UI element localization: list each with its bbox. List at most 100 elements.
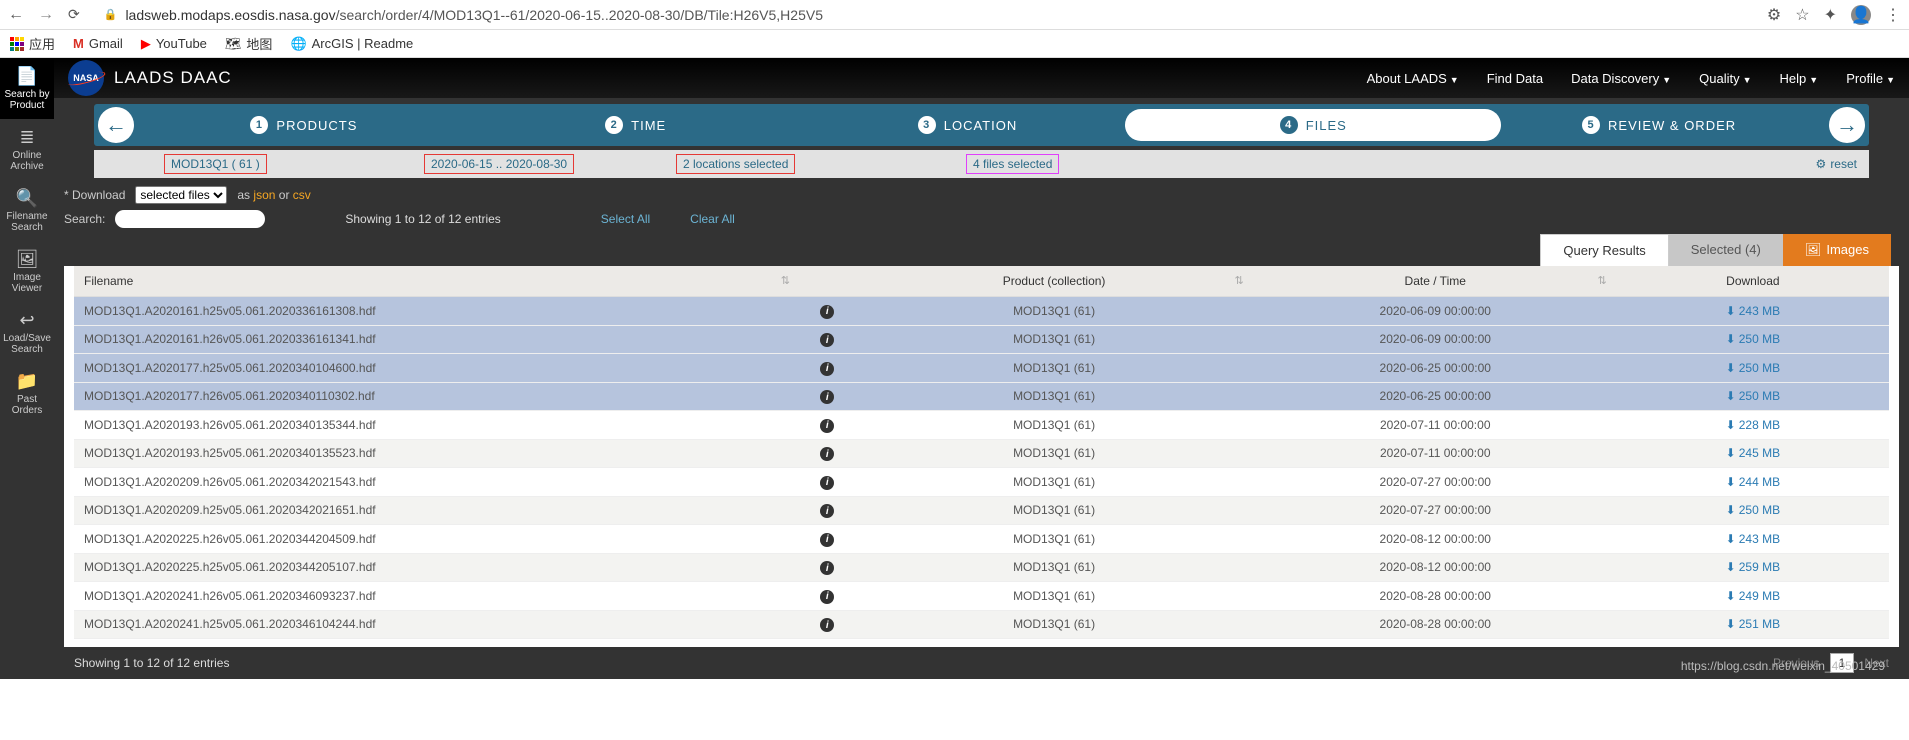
cell-filename: MOD13Q1.A2020193.h26v05.061.202034013534… xyxy=(74,411,800,440)
step-number: 5 xyxy=(1582,116,1600,134)
step-label: REVIEW & ORDER xyxy=(1608,118,1736,133)
table-row[interactable]: MOD13Q1.A2020177.h26v05.061.202034011030… xyxy=(74,382,1889,411)
extensions-icon[interactable]: ✦ xyxy=(1824,5,1837,25)
cell-filename: MOD13Q1.A2020209.h25v05.061.202034202165… xyxy=(74,496,800,525)
table-row[interactable]: MOD13Q1.A2020161.h25v05.061.202033616130… xyxy=(74,297,1889,326)
info-icon[interactable]: i xyxy=(820,618,834,632)
address-bar[interactable]: 🔒 ladsweb.modaps.eosdis.nasa.gov/search/… xyxy=(94,7,1753,23)
sidenav-image-viewer[interactable]: 🖼Image Viewer xyxy=(0,241,54,302)
tab-images[interactable]: 🖼Images xyxy=(1783,234,1891,266)
summary-product[interactable]: MOD13Q1 ( 61 ) xyxy=(164,154,267,174)
table-row[interactable]: MOD13Q1.A2020209.h25v05.061.202034202165… xyxy=(74,496,1889,525)
table-row[interactable]: MOD13Q1.A2020193.h25v05.061.202034013552… xyxy=(74,439,1889,468)
download-link[interactable]: ⬇244 MB xyxy=(1726,475,1780,489)
cell-datetime: 2020-07-27 00:00:00 xyxy=(1254,468,1617,497)
info-icon[interactable]: i xyxy=(820,590,834,604)
tab-selected[interactable]: Selected (4) xyxy=(1669,234,1783,266)
wizard-step-review-order[interactable]: 5 REVIEW & ORDER xyxy=(1493,104,1825,146)
wizard-step-location[interactable]: 3LOCATION xyxy=(802,104,1134,146)
topnav-quality[interactable]: Quality▼ xyxy=(1699,71,1751,86)
wizard-step-products[interactable]: 1PRODUCTS xyxy=(138,104,470,146)
tab-query-results[interactable]: Query Results xyxy=(1540,234,1668,266)
info-icon[interactable]: i xyxy=(820,504,834,518)
download-link[interactable]: ⬇250 MB xyxy=(1726,503,1780,517)
download-icon: ⬇ xyxy=(1726,304,1736,318)
topnav-profile[interactable]: Profile▼ xyxy=(1846,71,1895,86)
info-icon[interactable]: i xyxy=(820,390,834,404)
info-icon[interactable]: i xyxy=(820,362,834,376)
download-link[interactable]: ⬇243 MB xyxy=(1726,304,1780,318)
wizard-step-time[interactable]: 2TIME xyxy=(470,104,802,146)
table-row[interactable]: MOD13Q1.A2020225.h26v05.061.202034420450… xyxy=(74,525,1889,554)
topnav-find-data[interactable]: Find Data xyxy=(1487,71,1543,86)
wizard-prev-button[interactable]: ← xyxy=(98,107,134,143)
topnav-data-discovery[interactable]: Data Discovery▼ xyxy=(1571,71,1671,86)
nav-forward-icon[interactable]: → xyxy=(38,6,54,24)
download-select[interactable]: selected files xyxy=(135,186,227,204)
cell-datetime: 2020-07-11 00:00:00 xyxy=(1254,439,1617,468)
summary-time[interactable]: 2020-06-15 .. 2020-08-30 xyxy=(424,154,574,174)
info-icon[interactable]: i xyxy=(820,447,834,461)
menu-icon[interactable]: ⋮ xyxy=(1885,5,1901,25)
table-row[interactable]: MOD13Q1.A2020161.h26v05.061.202033616134… xyxy=(74,325,1889,354)
apps-bookmark[interactable]: 应用 xyxy=(10,34,55,53)
topnav-help[interactable]: Help▼ xyxy=(1780,71,1819,86)
table-row[interactable]: MOD13Q1.A2020209.h26v05.061.202034202154… xyxy=(74,468,1889,497)
clear-all-button[interactable]: Clear All xyxy=(690,212,735,226)
col-datetime[interactable]: Date / Time xyxy=(1254,266,1617,297)
topnav-about-laads[interactable]: About LAADS▼ xyxy=(1367,71,1459,86)
sidenav-filename-search[interactable]: 🔍Filename Search xyxy=(0,180,54,241)
translate-icon[interactable]: ⚙ xyxy=(1767,5,1781,25)
download-link[interactable]: ⬇243 MB xyxy=(1726,532,1780,546)
summary-location[interactable]: 2 locations selected xyxy=(676,154,795,174)
json-link[interactable]: json xyxy=(253,188,275,202)
table-row[interactable]: MOD13Q1.A2020225.h25v05.061.202034420510… xyxy=(74,553,1889,582)
nav-refresh-icon[interactable]: ⟳ xyxy=(68,6,80,23)
info-icon[interactable]: i xyxy=(820,561,834,575)
summary-files[interactable]: 4 files selected xyxy=(966,154,1059,174)
cell-product: MOD13Q1 (61) xyxy=(854,325,1253,354)
sidenav-online-archive[interactable]: ≣Online Archive xyxy=(0,119,54,180)
arcgis-bookmark[interactable]: 🌐ArcGIS | Readme xyxy=(290,36,413,52)
map-bookmark[interactable]: 🗺地图 xyxy=(225,34,273,53)
info-icon[interactable]: i xyxy=(820,333,834,347)
bookmark-star-icon[interactable]: ☆ xyxy=(1795,5,1809,25)
col-product[interactable]: Product (collection) xyxy=(854,266,1253,297)
profile-icon[interactable]: 👤 xyxy=(1851,5,1871,25)
csv-link[interactable]: csv xyxy=(293,188,311,202)
reset-button[interactable]: ⚙reset xyxy=(1816,157,1857,171)
sidenav-search-by-product[interactable]: 📄Search by Product xyxy=(0,58,54,119)
apps-grid-icon xyxy=(10,37,24,51)
info-icon[interactable]: i xyxy=(820,305,834,319)
info-icon[interactable]: i xyxy=(820,419,834,433)
download-link[interactable]: ⬇250 MB xyxy=(1726,389,1780,403)
info-icon[interactable]: i xyxy=(820,533,834,547)
download-link[interactable]: ⬇250 MB xyxy=(1726,332,1780,346)
youtube-bookmark[interactable]: ▶YouTube xyxy=(141,36,207,52)
sidenav-icon: 🔍 xyxy=(2,188,52,209)
download-link[interactable]: ⬇228 MB xyxy=(1726,418,1780,432)
results-table: Filename Product (collection) Date / Tim… xyxy=(74,266,1889,639)
select-all-button[interactable]: Select All xyxy=(601,212,650,226)
step-number: 3 xyxy=(918,116,936,134)
download-link[interactable]: ⬇250 MB xyxy=(1726,361,1780,375)
download-link[interactable]: ⬇251 MB xyxy=(1726,617,1780,631)
sidenav-past-orders[interactable]: 📁Past Orders xyxy=(0,363,54,424)
cell-datetime: 2020-07-11 00:00:00 xyxy=(1254,411,1617,440)
info-icon[interactable]: i xyxy=(820,476,834,490)
download-link[interactable]: ⬇245 MB xyxy=(1726,446,1780,460)
table-row[interactable]: MOD13Q1.A2020241.h26v05.061.202034609323… xyxy=(74,582,1889,611)
col-filename[interactable]: Filename xyxy=(74,266,800,297)
table-row[interactable]: MOD13Q1.A2020177.h25v05.061.202034010460… xyxy=(74,354,1889,383)
url-text: ladsweb.modaps.eosdis.nasa.gov/search/or… xyxy=(125,7,823,23)
download-link[interactable]: ⬇259 MB xyxy=(1726,560,1780,574)
table-row[interactable]: MOD13Q1.A2020241.h25v05.061.202034610424… xyxy=(74,610,1889,639)
nav-back-icon[interactable]: ← xyxy=(8,6,24,24)
table-row[interactable]: MOD13Q1.A2020193.h26v05.061.202034013534… xyxy=(74,411,1889,440)
sidenav-load-save-search[interactable]: ↩Load/Save Search xyxy=(0,302,54,363)
download-link[interactable]: ⬇249 MB xyxy=(1726,589,1780,603)
gmail-bookmark[interactable]: MGmail xyxy=(73,36,123,51)
search-input[interactable] xyxy=(115,210,265,228)
wizard-next-button[interactable]: → xyxy=(1829,107,1865,143)
wizard-step-files[interactable]: 4FILES xyxy=(1125,109,1501,141)
